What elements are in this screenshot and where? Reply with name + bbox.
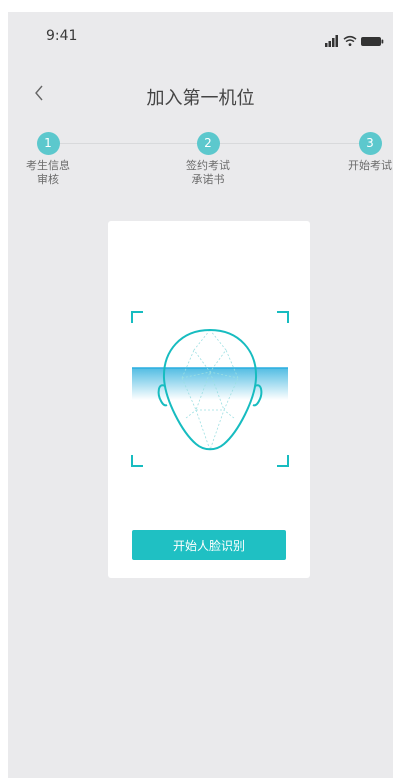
phone-screen: 9:41 加入第一机位 1 考生信息 审核 2 签约考试 承诺书 3 开始考试 … — [8, 12, 393, 778]
step-label: 签约考试 承诺书 — [178, 159, 238, 187]
page-title: 加入第一机位 — [146, 88, 255, 109]
start-face-recognition-button[interactable]: 开始人脸识别 — [132, 530, 286, 560]
step-number: 1 — [36, 132, 60, 155]
step-number: 2 — [196, 132, 220, 155]
face-recognition-card: 开始人脸识别 — [108, 221, 310, 578]
status-time: 9:41 — [46, 28, 78, 44]
step-2: 2 签约考试 承诺书 — [178, 132, 238, 187]
step-label: 开始考试 — [340, 159, 393, 173]
step-1: 1 考生信息 审核 — [18, 132, 78, 187]
step-3: 3 开始考试 — [340, 132, 393, 173]
signal-icon — [325, 35, 338, 47]
step-label-line2: 承诺书 — [191, 173, 225, 186]
face-scan-icon — [131, 311, 289, 467]
step-number: 3 — [358, 132, 382, 155]
step-label-line1: 签约考试 — [186, 159, 230, 172]
step-label: 考生信息 审核 — [18, 159, 78, 187]
step-label-line1: 开始考试 — [348, 159, 392, 172]
battery-icon — [361, 37, 384, 46]
status-icons — [325, 32, 385, 47]
stepper: 1 考生信息 审核 2 签约考试 承诺书 3 开始考试 — [8, 122, 393, 202]
step-label-line2: 审核 — [37, 173, 59, 186]
status-bar: 9:41 — [8, 12, 393, 60]
wifi-icon — [343, 35, 357, 46]
step-label-line1: 考生信息 — [26, 159, 70, 172]
nav-bar: 加入第一机位 — [8, 60, 393, 122]
